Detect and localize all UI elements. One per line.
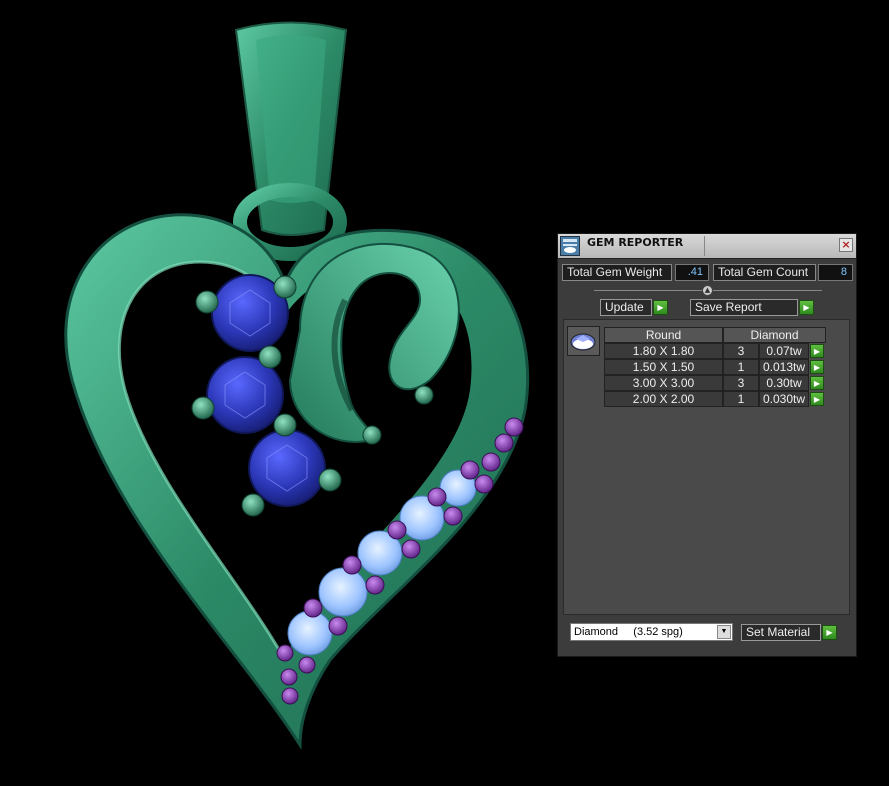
total-gem-count-label: Total Gem Count	[713, 264, 816, 281]
row-4-go-icon[interactable]: ▶	[810, 392, 824, 406]
round-diamond-icon[interactable]	[567, 326, 600, 356]
row-3-weight: 0.30tw	[759, 375, 809, 391]
row-1-size[interactable]: 1.80 X 1.80	[604, 343, 723, 359]
panel-title: GEM REPORTER	[587, 236, 684, 249]
total-gem-weight-value: .41	[675, 264, 709, 281]
save-report-go-icon[interactable]: ▶	[799, 300, 814, 315]
update-go-icon[interactable]: ▶	[653, 300, 668, 315]
gem-report-icon	[560, 236, 580, 256]
row-1-go-icon[interactable]: ▶	[810, 344, 824, 358]
header-shape: Round	[604, 327, 723, 343]
set-material-go-icon[interactable]: ▶	[822, 625, 837, 640]
total-gem-count-value: 8	[818, 264, 853, 281]
material-select[interactable]: Diamond (3.52 spg) ▼	[570, 623, 733, 641]
row-4-count: 1	[723, 391, 759, 407]
row-2-weight: 0.013tw	[759, 359, 809, 375]
row-1-count: 3	[723, 343, 759, 359]
gem-list: Round Diamond 1.80 X 1.80 3 0.07tw ▶ 1.5…	[563, 319, 850, 615]
row-2-go-icon[interactable]: ▶	[810, 360, 824, 374]
panel-titlebar[interactable]: GEM REPORTER ×	[558, 234, 856, 259]
title-separator	[704, 236, 705, 256]
row-1-weight: 0.07tw	[759, 343, 809, 359]
header-material: Diamond	[723, 327, 826, 343]
row-2-size[interactable]: 1.50 X 1.50	[604, 359, 723, 375]
close-button[interactable]: ×	[839, 238, 853, 252]
set-material-button[interactable]: Set Material	[741, 624, 821, 641]
row-3-count: 3	[723, 375, 759, 391]
save-report-button[interactable]: Save Report	[690, 299, 798, 316]
chevron-down-icon[interactable]: ▼	[717, 625, 731, 639]
row-4-weight: 0.030tw	[759, 391, 809, 407]
update-button[interactable]: Update	[600, 299, 652, 316]
row-4-size[interactable]: 2.00 X 2.00	[604, 391, 723, 407]
gem-reporter-panel: GEM REPORTER × Total Gem Weight .41 Tota…	[557, 233, 857, 657]
row-3-go-icon[interactable]: ▶	[810, 376, 824, 390]
total-gem-weight-label: Total Gem Weight	[562, 264, 672, 281]
collapse-handle[interactable]: ▲	[702, 285, 713, 296]
row-2-count: 1	[723, 359, 759, 375]
row-3-size[interactable]: 3.00 X 3.00	[604, 375, 723, 391]
material-select-value: Diamond (3.52 spg)	[574, 626, 683, 638]
